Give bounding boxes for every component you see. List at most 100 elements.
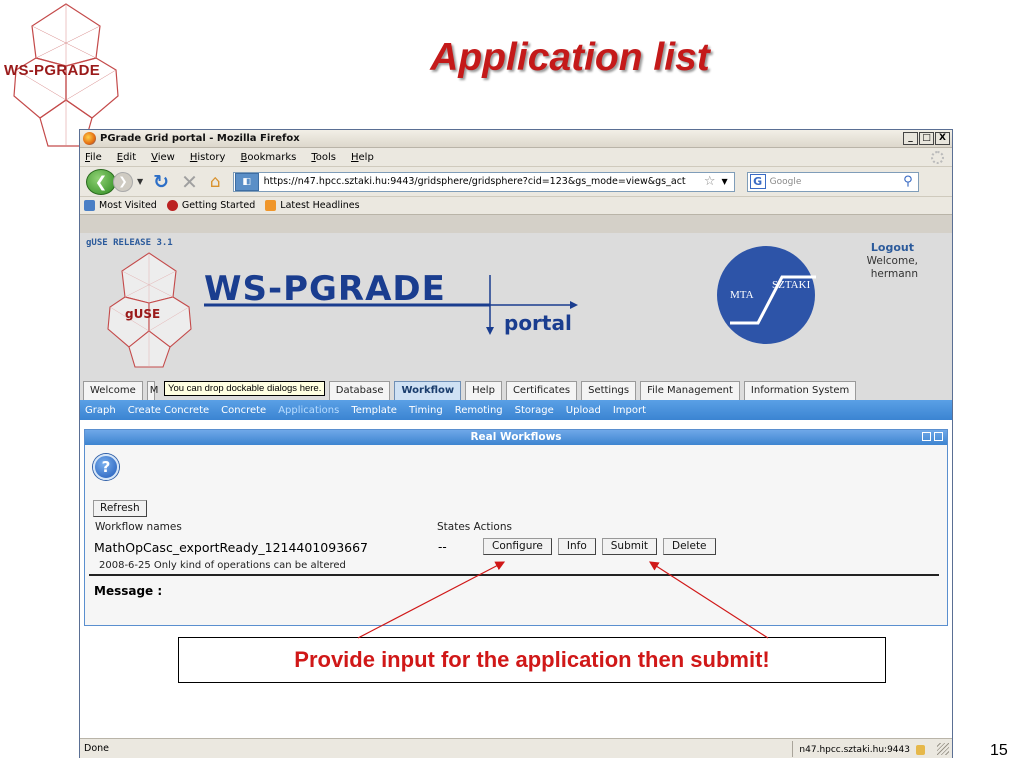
url-text[interactable]: https://n47.hpcc.sztaki.hu:9443/gridsphe… [264,176,698,187]
window-controls: _ □ X [903,132,952,145]
slide-number: 15 [990,742,1008,759]
maximize-button[interactable]: □ [919,132,934,145]
help-icon[interactable]: ? [93,454,119,480]
lock-icon[interactable] [916,744,925,755]
firefox-icon [83,132,96,145]
slide-title: Application list [430,36,710,79]
workflow-subnav: Graph Create Concrete Concrete Applicati… [80,400,952,420]
status-host: n47.hpcc.sztaki.hu:9443 [792,740,931,757]
home-icon[interactable]: ⌂ [210,172,221,192]
bookmark-label: Latest Headlines [280,200,360,211]
menu-help[interactable]: Help [351,152,374,163]
instruction-callout: Provide input for the application then s… [178,637,886,683]
menu-tools[interactable]: Tools [311,152,336,163]
menu-view[interactable]: View [151,152,175,163]
stop-icon[interactable]: ✕ [181,170,198,194]
window-title: PGrade Grid portal - Mozilla Firefox [100,133,300,144]
welcome-text: Welcome, hermann [828,255,918,281]
url-dropdown-icon[interactable]: ▼ [721,177,727,186]
search-input[interactable]: Google [770,177,802,187]
throbber-icon [931,150,944,164]
menu-bookmarks[interactable]: Bookmarks [240,152,296,163]
site-identity-icon[interactable]: ◧ [234,172,259,191]
delete-button[interactable]: Delete [663,538,716,555]
subnav-timing[interactable]: Timing [409,405,443,416]
message-label: Message : [94,584,163,598]
minimize-portlet-icon[interactable] [922,432,931,441]
subnav-create-concrete[interactable]: Create Concrete [128,405,209,416]
release-label: gUSE RELEASE 3.1 [86,238,173,248]
tab-m[interactable]: M [146,381,158,400]
portlet-header: Real Workflows [85,430,947,445]
configure-button[interactable]: Configure [483,538,552,555]
refresh-button[interactable]: Refresh [93,500,147,517]
workflow-actions: Configure Info Submit Delete [483,538,716,555]
real-workflows-portlet: Real Workflows ? Refresh Workflow names … [84,429,948,626]
tab-database[interactable]: Database [328,381,391,400]
brand-subtitle: portal [504,311,572,335]
status-bar: Done n47.hpcc.sztaki.hu:9443 [80,738,952,758]
history-dropdown-icon[interactable]: ▼ [137,177,143,186]
status-host-text: n47.hpcc.sztaki.hu:9443 [799,744,910,755]
forward-arrow-icon[interactable]: ❯ [113,171,133,192]
back-arrow-icon[interactable]: ❮ [86,168,116,195]
bookmark-label: Most Visited [99,200,157,211]
address-bar[interactable]: ◧ https://n47.hpcc.sztaki.hu:9443/gridsp… [232,171,735,192]
bookmark-label: Getting Started [181,200,256,211]
portlet-controls [922,432,943,441]
subnav-storage[interactable]: Storage [515,405,554,416]
search-icon[interactable]: ⚲ [903,174,913,189]
tab-information-system[interactable]: Information System [743,381,857,400]
subnav-remoting[interactable]: Remoting [455,405,503,416]
mta-logo-text: MTA [730,289,754,301]
getting-started-icon [166,200,178,211]
username: hermann [870,268,918,280]
info-button[interactable]: Info [557,538,596,555]
workflow-info: 2008-6-25 Only kind of operations can be… [99,560,346,571]
tab-certificates[interactable]: Certificates [505,381,578,400]
bookmarks-toolbar: Most Visited Getting Started Latest Head… [80,197,952,215]
menu-edit[interactable]: Edit [117,152,136,163]
close-button[interactable]: X [935,132,950,145]
search-bar[interactable]: G Google ⚲ [746,171,919,192]
subnav-import[interactable]: Import [613,405,646,416]
reload-icon[interactable]: ↻ [153,171,169,193]
subnav-graph[interactable]: Graph [85,405,116,416]
subnav-upload[interactable]: Upload [566,405,601,416]
bookmark-star-icon[interactable]: ☆ [704,174,716,189]
workflow-state: -- [438,540,447,554]
window-titlebar[interactable]: PGrade Grid portal - Mozilla Firefox _ □… [80,130,952,148]
rss-feed-icon [265,200,277,211]
welcome-label: Welcome, [866,255,918,267]
slide-logo-text: WS-PGRADE [4,62,101,79]
tab-welcome[interactable]: Welcome [83,381,143,400]
tab-settings[interactable]: Settings [581,381,637,400]
menu-bar: File Edit View History Bookmarks Tools H… [80,148,952,167]
brand-title: WS-PGRADE [204,269,446,309]
maximize-portlet-icon[interactable] [934,432,943,441]
menu-file[interactable]: File [85,152,102,163]
logout-link[interactable]: Logout [871,241,914,254]
submit-button[interactable]: Submit [601,538,658,555]
sztaki-logo-text: SZTAKI [772,279,811,291]
tab-help[interactable]: Help [465,381,502,400]
tab-file-management[interactable]: File Management [640,381,740,400]
guse-logo-text: gUSE [125,307,161,321]
subnav-applications[interactable]: Applications [278,405,339,416]
bookmark-latest-headlines[interactable]: Latest Headlines [265,200,360,211]
workflow-name: MathOpCasc_exportReady_1214401093667 [94,540,368,555]
subnav-template[interactable]: Template [351,405,397,416]
bookmark-most-visited[interactable]: Most Visited [84,200,157,211]
portal-header: gUSE RELEASE 3.1 gUSE WS-PGRADE portal M… [80,233,952,378]
most-visited-icon [84,200,95,211]
tab-workflow[interactable]: Workflow [394,381,462,400]
google-engine-icon[interactable]: G [749,174,766,189]
status-text: Done [84,743,109,754]
subnav-concrete[interactable]: Concrete [221,405,266,416]
dock-tooltip: You can drop dockable dialogs here. [164,381,326,396]
bookmark-getting-started[interactable]: Getting Started [166,200,256,211]
resize-grip-icon[interactable] [937,742,949,755]
column-header-workflow-names: Workflow names [95,521,182,533]
minimize-button[interactable]: _ [903,132,918,145]
menu-history[interactable]: History [190,152,226,163]
